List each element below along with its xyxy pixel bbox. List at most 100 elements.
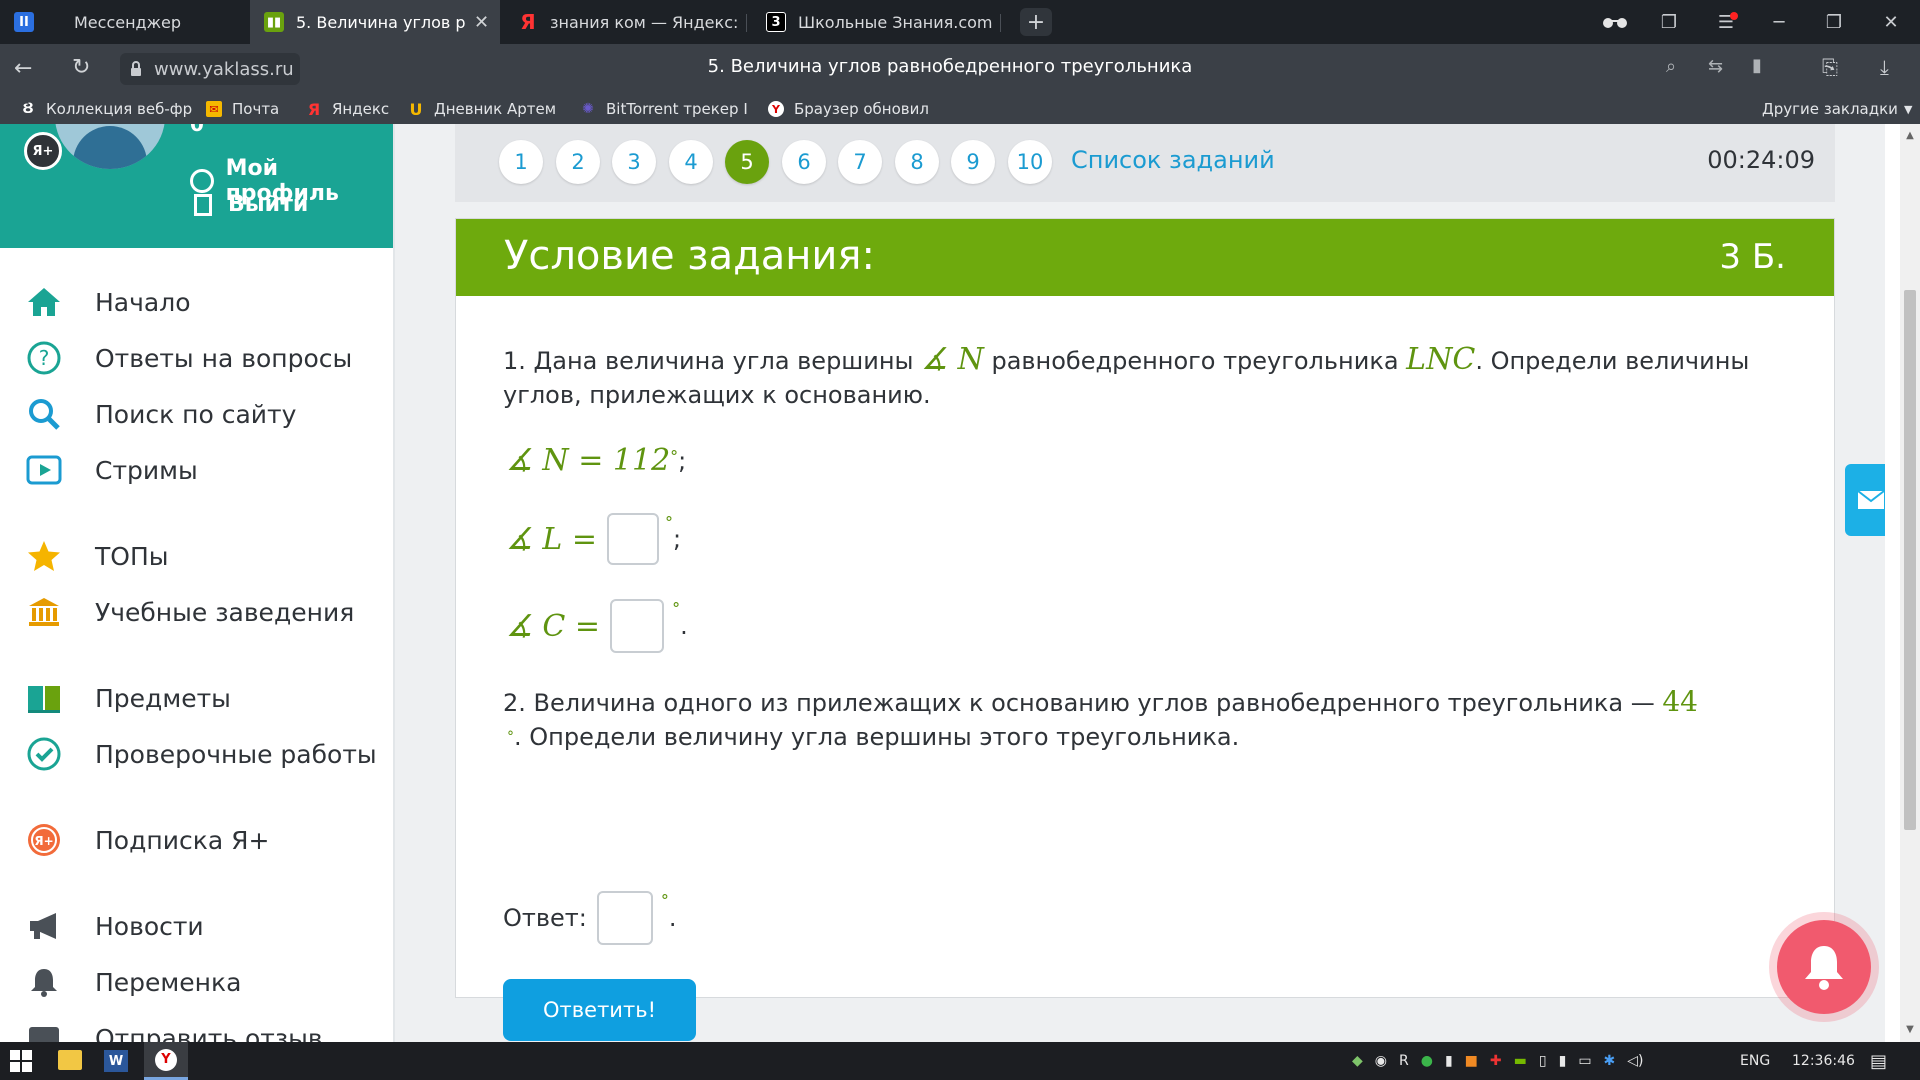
bookmark-torrent[interactable]: ✺ BitTorrent трекер I (580, 94, 768, 124)
tray-phone-icon[interactable]: ▯ (1539, 1053, 1547, 1069)
page-4-button[interactable]: 4 (669, 140, 713, 184)
new-tab-button[interactable]: + (1020, 8, 1052, 36)
collections-icon[interactable]: ❐ (1647, 0, 1691, 44)
nav-label: Учебные заведения (95, 597, 355, 627)
answer-input[interactable] (596, 891, 653, 945)
notifications-center-icon[interactable]: ▤ (1870, 1042, 1887, 1080)
nav-subscription[interactable]: Я+ Подписка Я+ (25, 820, 269, 860)
nav-tests[interactable]: Проверочные работы (25, 734, 377, 774)
reload-icon[interactable]: ↻ (72, 55, 90, 80)
page-9-button[interactable]: 9 (951, 140, 995, 184)
page-7-button[interactable]: 7 (838, 140, 882, 184)
tray-rl-icon[interactable]: R (1399, 1053, 1409, 1069)
bookmark-label: Яндекс (332, 100, 390, 118)
task-list-link[interactable]: Список заданий (1071, 146, 1275, 174)
back-icon[interactable]: ← (14, 56, 32, 81)
yandex-collection-icon: Ȣ (22, 101, 34, 117)
incognito-icon[interactable] (1593, 0, 1637, 44)
submit-answer-button[interactable]: Ответить! (503, 979, 696, 1041)
tray-discord-icon[interactable]: ◉ (1375, 1053, 1387, 1069)
scroll-down-icon[interactable]: ▼ (1902, 1024, 1918, 1035)
logout-link[interactable]: Выйти (190, 192, 308, 217)
tab-yandex-search[interactable]: Я знания ком — Яндекс: на (504, 0, 744, 44)
nav-schools[interactable]: Учебные заведения (25, 592, 354, 632)
file-explorer-icon[interactable] (58, 1050, 82, 1070)
tray-volume-icon[interactable]: ◁) (1627, 1053, 1643, 1069)
messenger-icon: II (14, 12, 34, 32)
tray-mic-icon[interactable]: ▮ (1559, 1053, 1567, 1069)
tray-network-icon[interactable]: ▭ (1578, 1053, 1591, 1069)
mail-icon (1857, 490, 1885, 509)
page-10-button[interactable]: 10 (1008, 140, 1052, 184)
page-3-button[interactable]: 3 (612, 140, 656, 184)
angle-c-row: ∡ C = °. (506, 599, 688, 653)
answer-row: Ответ: °. (503, 891, 677, 945)
minimize-icon[interactable]: ─ (1757, 0, 1801, 44)
tray-usb-icon[interactable]: ▮ (1445, 1053, 1453, 1069)
page-5-button[interactable]: 5 (725, 140, 769, 184)
address-bar: ← ↻ www.yaklass.ru 5. Величина углов рав… (0, 44, 1920, 94)
tray-antivirus-icon[interactable]: ✚ (1490, 1053, 1502, 1069)
word-icon[interactable]: W (104, 1050, 128, 1072)
bookmark-diary[interactable]: U Дневник Артем (408, 94, 557, 124)
bookmark-yandex[interactable]: Я Яндекс (306, 94, 389, 124)
tab-messenger[interactable]: II Мессенджер (0, 0, 248, 44)
download-icon[interactable]: ⤓ (1880, 55, 1889, 79)
angle-c-input[interactable] (610, 599, 665, 653)
znanija-icon: 3 (766, 12, 786, 32)
tray-bluetooth-icon[interactable]: ✱ (1604, 1053, 1616, 1069)
windows-start-icon[interactable] (10, 1050, 32, 1076)
star-icon (25, 537, 63, 575)
close-tab-icon[interactable]: ✕ (474, 12, 489, 33)
tab-separator (746, 14, 747, 32)
avatar[interactable] (55, 124, 165, 169)
tray-app2-icon[interactable]: ■ (1465, 1053, 1478, 1069)
reader-icon[interactable]: ⎘ (1822, 55, 1838, 79)
bookmark-mail[interactable]: ✉ Почта (206, 94, 279, 124)
feedback-mail-button[interactable] (1845, 464, 1885, 536)
nav-streams[interactable]: Стримы (25, 450, 198, 490)
bookmark-browser-update[interactable]: Y Браузер обновил (768, 94, 934, 124)
translate-icon[interactable]: ⇆ (1708, 56, 1723, 77)
nav-news[interactable]: Новости (25, 906, 204, 946)
question-1-text-mid: равнобедренного треугольника (991, 347, 1399, 375)
tab-title: 5. Величина углов равн (296, 12, 466, 32)
page-2-button[interactable]: 2 (556, 140, 600, 184)
restore-icon[interactable]: ❐ (1812, 0, 1856, 44)
page-8-button[interactable]: 8 (895, 140, 939, 184)
tab-yaklass[interactable]: ▮▮ 5. Величина углов равн ✕ (250, 0, 500, 44)
nav-questions[interactable]: ? Ответы на вопросы (25, 338, 352, 378)
clock[interactable]: 12:36:46 (1792, 1042, 1855, 1080)
close-window-icon[interactable]: ✕ (1869, 0, 1913, 44)
menu-icon[interactable]: ☰ (1704, 0, 1748, 44)
sidebar: Я+ 0 Мой профиль Выйти Начало ? Ответы н… (0, 124, 395, 1042)
nav-home[interactable]: Начало (25, 282, 190, 322)
zoom-icon[interactable]: ⌕ (1666, 56, 1676, 77)
nav-subjects[interactable]: Предметы (25, 678, 231, 718)
bookmark-collection[interactable]: Ȣ Коллекция веб-фр (20, 94, 192, 124)
other-bookmarks[interactable]: Другие закладки ▼ (1762, 94, 1912, 124)
language-indicator[interactable]: ENG (1740, 1042, 1770, 1080)
angle-l-input[interactable] (607, 513, 660, 565)
megaphone-icon (25, 907, 63, 945)
nav-feedback[interactable]: Отправить отзыв (25, 1018, 323, 1042)
nav-label: Предметы (95, 683, 231, 713)
nav-tops[interactable]: ТОПы (25, 536, 169, 576)
yandex-browser-taskbar-icon[interactable]: Y (144, 1042, 188, 1080)
page-6-button[interactable]: 6 (782, 140, 826, 184)
nav-search[interactable]: Поиск по сайту (25, 394, 296, 434)
page-scrollbar[interactable]: ▲ ▼ (1900, 124, 1920, 1042)
nav-label: Проверочные работы (95, 739, 377, 769)
tray-nvidia-icon[interactable]: ▬ (1514, 1053, 1527, 1069)
page-1-button[interactable]: 1 (499, 140, 543, 184)
bookmark-icon[interactable]: ▮ (1752, 55, 1762, 76)
tray-app-icon[interactable]: ◆ (1352, 1053, 1363, 1069)
scroll-up-icon[interactable]: ▲ (1902, 130, 1918, 141)
nav-break[interactable]: Переменка (25, 962, 241, 1002)
mail-icon: ✉ (206, 101, 222, 117)
tray-torrent-icon[interactable]: ● (1421, 1053, 1433, 1069)
notifications-button[interactable] (1777, 920, 1871, 1014)
url-field[interactable]: www.yaklass.ru (120, 53, 300, 85)
tab-znanija[interactable]: 3 Школьные Знания.com - I (752, 0, 997, 44)
scrollbar-thumb[interactable] (1904, 290, 1916, 830)
